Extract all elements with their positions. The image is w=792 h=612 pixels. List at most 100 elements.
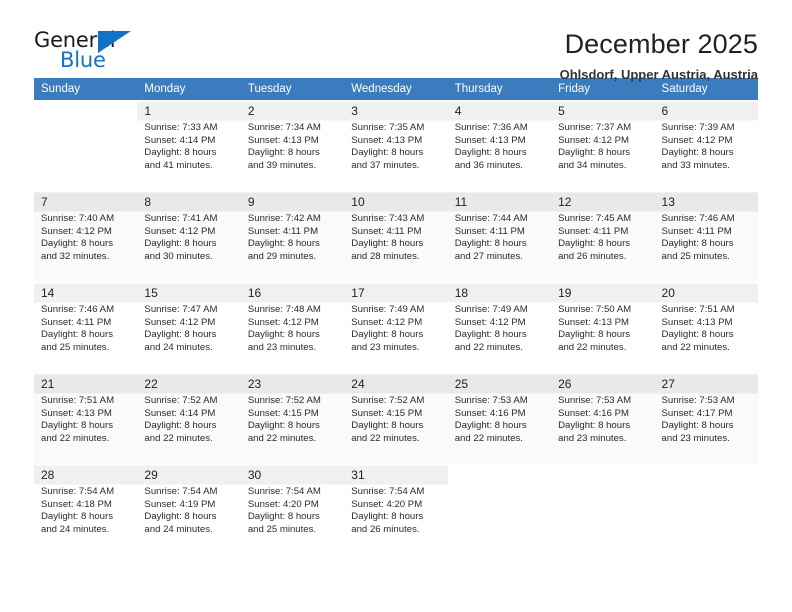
day-info-line: Sunrise: 7:51 AM (661, 304, 735, 315)
day-info-line: and 22 minutes. (144, 432, 213, 444)
day-info-line: Sunset: 4:12 PM (144, 316, 216, 328)
calendar-cell-content: 23 Sunrise: 7:52 AM Sunset: 4:15 PM Dayligh… (241, 374, 344, 464)
brand-name-blue: Blue (60, 48, 106, 72)
day-number: 26 (558, 377, 572, 391)
day-info-line: Sunset: 4:16 PM (558, 407, 630, 419)
day-info-line: Daylight: 8 hours (41, 238, 113, 250)
calendar-day-cell[interactable]: 21 Sunrise: 7:51 AM Sunset: 4:13 PM Dayligh… (34, 373, 138, 465)
day-info-line: Sunrise: 7:53 AM (661, 395, 735, 406)
day-number: 14 (41, 286, 55, 300)
calendar-day-cell[interactable]: 29 Sunrise: 7:54 AM Sunset: 4:19 PM Dayligh… (137, 464, 241, 555)
calendar-day-cell[interactable]: 7 Sunrise: 7:40 AM Sunset: 4:12 PM Daylight… (34, 191, 138, 283)
calendar-day-cell[interactable]: 14 Sunrise: 7:46 AM Sunset: 4:11 PM Dayligh… (34, 282, 138, 374)
calendar-cell-content (551, 465, 654, 555)
day-info-line: Sunset: 4:15 PM (247, 407, 319, 419)
day-info-line: and 23 minutes. (351, 341, 420, 353)
day-sun-info: Sunrise: 7:43 AM Sunset: 4:11 PM Daylight:… (351, 213, 441, 263)
day-info-line: Sunrise: 7:41 AM (144, 213, 218, 224)
calendar-day-cell[interactable]: 20 Sunrise: 7:51 AM Sunset: 4:13 PM Dayligh… (654, 282, 758, 374)
calendar-week-row: 14 Sunrise: 7:46 AM Sunset: 4:11 PM Dayligh… (34, 282, 758, 374)
day-info-line: and 36 minutes. (454, 159, 523, 171)
day-info-line: Sunset: 4:12 PM (247, 316, 319, 328)
day-info-line: and 22 minutes. (41, 432, 110, 444)
day-sun-info: Sunrise: 7:48 AM Sunset: 4:12 PM Daylight:… (248, 304, 338, 354)
cell-inner: 19 Sunrise: 7:50 AM Sunset: 4:13 PM Dayligh… (551, 283, 654, 354)
calendar-day-cell[interactable]: 23 Sunrise: 7:52 AM Sunset: 4:15 PM Dayligh… (240, 373, 345, 465)
calendar-cell-content: 30 Sunrise: 7:54 AM Sunset: 4:20 PM Dayligh… (241, 465, 344, 555)
day-sun-info: Sunrise: 7:51 AM Sunset: 4:13 PM Daylight:… (41, 395, 131, 445)
day-info-line: Daylight: 8 hours (558, 329, 631, 341)
calendar-day-cell[interactable]: 6 Sunrise: 7:39 AM Sunset: 4:12 PM Daylight… (654, 100, 758, 192)
cell-inner: 11 Sunrise: 7:44 AM Sunset: 4:11 PM Dayligh… (448, 192, 551, 263)
day-info-line: Sunset: 4:18 PM (41, 498, 112, 510)
calendar-cell-content: 15 Sunrise: 7:47 AM Sunset: 4:12 PM Dayligh… (137, 283, 240, 373)
calendar-day-cell[interactable]: 1 Sunrise: 7:33 AM Sunset: 4:14 PM Daylight… (137, 100, 241, 192)
day-number: 17 (351, 286, 365, 300)
calendar-cell-empty (654, 464, 758, 555)
day-info-line: Daylight: 8 hours (41, 420, 113, 432)
calendar-day-cell[interactable]: 5 Sunrise: 7:37 AM Sunset: 4:12 PM Daylight… (551, 100, 655, 192)
day-info-line: and 22 minutes. (558, 341, 627, 353)
calendar-cell-content: 28 Sunrise: 7:54 AM Sunset: 4:18 PM Dayligh… (34, 465, 137, 555)
day-info-line: and 39 minutes. (247, 159, 317, 171)
day-info-line: and 26 minutes. (558, 250, 627, 262)
calendar-day-cell[interactable]: 28 Sunrise: 7:54 AM Sunset: 4:18 PM Dayligh… (34, 464, 138, 555)
day-info-line: Sunset: 4:11 PM (41, 316, 112, 328)
day-info-line: and 25 minutes. (41, 341, 110, 353)
calendar-day-cell[interactable]: 8 Sunrise: 7:41 AM Sunset: 4:12 PM Daylight… (137, 191, 241, 283)
brand-logo[interactable]: General Blue (34, 28, 138, 74)
day-info-line: Sunset: 4:13 PM (558, 316, 630, 328)
calendar-day-cell[interactable]: 17 Sunrise: 7:49 AM Sunset: 4:12 PM Dayligh… (344, 282, 448, 374)
cell-inner: 9 Sunrise: 7:42 AM Sunset: 4:11 PM Daylight… (241, 192, 344, 263)
day-info-line: Sunrise: 7:42 AM (247, 213, 321, 224)
calendar-cell-content: 8 Sunrise: 7:41 AM Sunset: 4:12 PM Daylight… (137, 192, 240, 282)
calendar-day-cell[interactable]: 31 Sunrise: 7:54 AM Sunset: 4:20 PM Dayligh… (344, 464, 448, 555)
day-number: 16 (247, 286, 262, 300)
calendar-day-cell[interactable]: 22 Sunrise: 7:52 AM Sunset: 4:14 PM Dayligh… (137, 373, 241, 465)
day-info-line: Daylight: 8 hours (351, 420, 424, 432)
calendar-day-cell[interactable]: 9 Sunrise: 7:42 AM Sunset: 4:11 PM Daylight… (240, 191, 345, 283)
day-info-line: and 24 minutes. (41, 523, 110, 535)
calendar-day-cell[interactable]: 11 Sunrise: 7:44 AM Sunset: 4:11 PM Dayligh… (447, 191, 552, 283)
calendar-week-row: 21 Sunrise: 7:51 AM Sunset: 4:13 PM Dayligh… (34, 373, 758, 465)
cell-inner: 29 Sunrise: 7:54 AM Sunset: 4:19 PM Dayligh… (137, 465, 240, 536)
calendar-day-cell[interactable]: 12 Sunrise: 7:45 AM Sunset: 4:11 PM Dayligh… (551, 191, 655, 283)
day-info-line: Sunrise: 7:39 AM (661, 122, 735, 133)
day-sun-info: Sunrise: 7:49 AM Sunset: 4:12 PM Daylight:… (351, 304, 441, 354)
calendar-day-cell[interactable]: 27 Sunrise: 7:53 AM Sunset: 4:17 PM Dayligh… (654, 373, 758, 465)
calendar-cell-content: 13 Sunrise: 7:46 AM Sunset: 4:11 PM Dayligh… (655, 192, 758, 282)
day-number: 15 (144, 286, 158, 300)
calendar-day-cell[interactable]: 25 Sunrise: 7:53 AM Sunset: 4:16 PM Dayligh… (447, 373, 552, 465)
calendar-day-cell[interactable]: 15 Sunrise: 7:47 AM Sunset: 4:12 PM Dayligh… (137, 282, 241, 374)
day-info-line: Sunset: 4:11 PM (247, 225, 319, 237)
day-info-line: Sunrise: 7:52 AM (247, 395, 321, 406)
calendar-cell-content: 7 Sunrise: 7:40 AM Sunset: 4:12 PM Daylight… (34, 192, 137, 282)
cell-inner: 21 Sunrise: 7:51 AM Sunset: 4:13 PM Dayligh… (34, 374, 137, 445)
calendar-day-cell[interactable]: 13 Sunrise: 7:46 AM Sunset: 4:11 PM Dayligh… (654, 191, 758, 283)
calendar-day-cell[interactable]: 24 Sunrise: 7:52 AM Sunset: 4:15 PM Dayligh… (344, 373, 448, 465)
calendar-cell-content: 20 Sunrise: 7:51 AM Sunset: 4:13 PM Dayligh… (655, 283, 758, 373)
calendar-day-cell[interactable]: 30 Sunrise: 7:54 AM Sunset: 4:20 PM Dayligh… (240, 464, 345, 555)
calendar-day-cell[interactable]: 10 Sunrise: 7:43 AM Sunset: 4:11 PM Dayligh… (344, 191, 448, 283)
day-info-line: Sunset: 4:13 PM (41, 407, 112, 419)
calendar-day-cell[interactable]: 3 Sunrise: 7:35 AM Sunset: 4:13 PM Daylight… (344, 100, 448, 192)
day-info-line: Sunrise: 7:53 AM (558, 395, 632, 406)
calendar-day-cell[interactable]: 18 Sunrise: 7:49 AM Sunset: 4:12 PM Dayligh… (447, 282, 552, 374)
day-info-line: Sunset: 4:12 PM (41, 225, 112, 237)
calendar-day-cell[interactable]: 16 Sunrise: 7:48 AM Sunset: 4:12 PM Dayligh… (240, 282, 345, 374)
day-sun-info: Sunrise: 7:40 AM Sunset: 4:12 PM Daylight:… (41, 213, 131, 263)
day-sun-info: Sunrise: 7:52 AM Sunset: 4:15 PM Daylight:… (248, 395, 338, 445)
day-info-line: and 23 minutes. (247, 341, 317, 353)
cell-inner: 15 Sunrise: 7:47 AM Sunset: 4:12 PM Dayligh… (137, 283, 240, 354)
day-number: 7 (41, 195, 48, 209)
day-info-line: Sunrise: 7:53 AM (454, 395, 528, 406)
day-number: 10 (351, 195, 365, 209)
day-sun-info: Sunrise: 7:39 AM Sunset: 4:12 PM Daylight:… (662, 122, 752, 172)
calendar-day-cell[interactable]: 19 Sunrise: 7:50 AM Sunset: 4:13 PM Dayligh… (551, 282, 655, 374)
calendar-day-cell[interactable]: 4 Sunrise: 7:36 AM Sunset: 4:13 PM Daylight… (447, 100, 552, 192)
day-number: 21 (41, 377, 55, 391)
calendar-day-cell[interactable]: 26 Sunrise: 7:53 AM Sunset: 4:16 PM Dayligh… (551, 373, 655, 465)
day-info-line: and 32 minutes. (41, 250, 110, 262)
page-header: General Blue December 2025 Ohlsdorf, Upp… (34, 0, 758, 82)
calendar-day-cell[interactable]: 2 Sunrise: 7:34 AM Sunset: 4:13 PM Daylight… (240, 100, 345, 192)
